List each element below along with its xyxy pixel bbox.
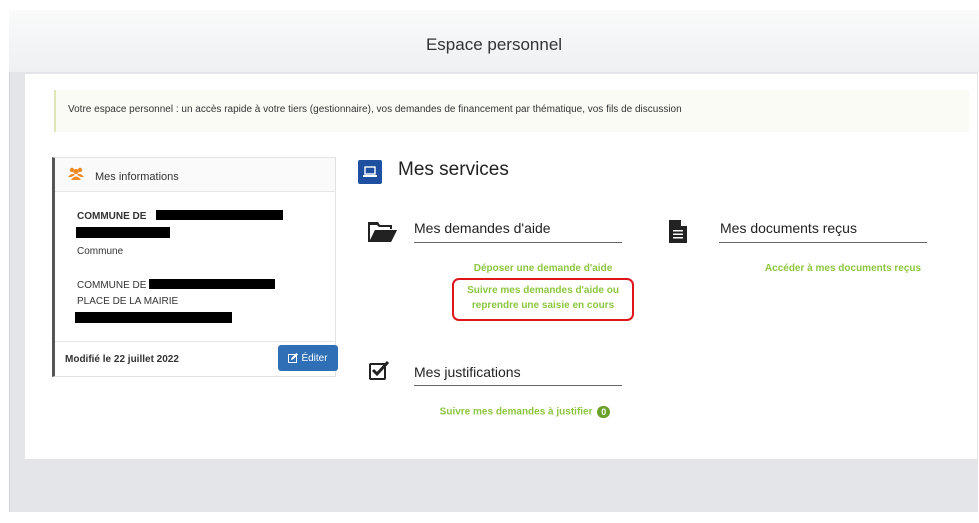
info-card-title: Mes informations — [95, 171, 179, 183]
redacted-block — [76, 227, 170, 238]
modified-date: Modifié le 22 juillet 2022 — [65, 354, 179, 365]
folder-open-icon — [368, 222, 397, 242]
submit-aid-request-link[interactable]: Déposer une demande d'aide — [452, 263, 634, 274]
document-icon — [669, 220, 687, 243]
edit-icon — [288, 353, 299, 363]
commune-name-label: COMMUNE DE — [77, 211, 147, 222]
justifications-count-badge: 0 — [597, 406, 611, 418]
laptop-icon — [358, 160, 382, 184]
aid-title-divider — [414, 242, 622, 243]
info-card-footer: Modifié le 22 juillet 2022 Éditer — [55, 341, 338, 376]
track-justifications-link[interactable]: Suivre mes demandes à justifier 0 — [425, 406, 625, 418]
address-name-label: COMMUNE DE — [77, 280, 147, 291]
info-card-header: Mes informations — [55, 158, 335, 192]
view-documents-link[interactable]: Accéder à mes documents reçus — [743, 263, 943, 274]
red-highlight-box — [452, 278, 634, 321]
checkbox-icon — [369, 361, 390, 380]
banner-text: Votre espace personnel : un accès rapide… — [68, 104, 682, 115]
commune-type: Commune — [77, 246, 124, 257]
info-banner: Votre espace personnel : un accès rapide… — [54, 90, 969, 132]
info-card: Mes informations COMMUNE DE Commune COMM… — [52, 157, 338, 377]
justifications-title: Mes justifications — [414, 364, 521, 380]
edit-button-label: Éditer — [301, 352, 328, 364]
services-title: Mes services — [398, 159, 509, 180]
documents-title-divider — [719, 242, 927, 243]
aid-requests-title: Mes demandes d'aide — [414, 220, 551, 236]
justifications-title-divider — [414, 385, 622, 386]
redacted-block — [149, 279, 275, 289]
users-icon — [68, 167, 84, 180]
redacted-block — [156, 210, 283, 220]
page-title: Espace personnel — [425, 35, 563, 54]
main-panel: Votre espace personnel : un accès rapide… — [25, 74, 977, 459]
track-justifications-label: Suivre mes demandes à justifier — [439, 406, 593, 418]
edit-button[interactable]: Éditer — [278, 345, 338, 371]
content-frame: Votre espace personnel : un accès rapide… — [9, 72, 978, 512]
documents-received-title: Mes documents reçus — [720, 220, 857, 236]
redacted-block — [75, 312, 232, 323]
address-line: PLACE DE LA MAIRIE — [77, 296, 179, 307]
page-header: Espace personnel — [9, 10, 979, 72]
